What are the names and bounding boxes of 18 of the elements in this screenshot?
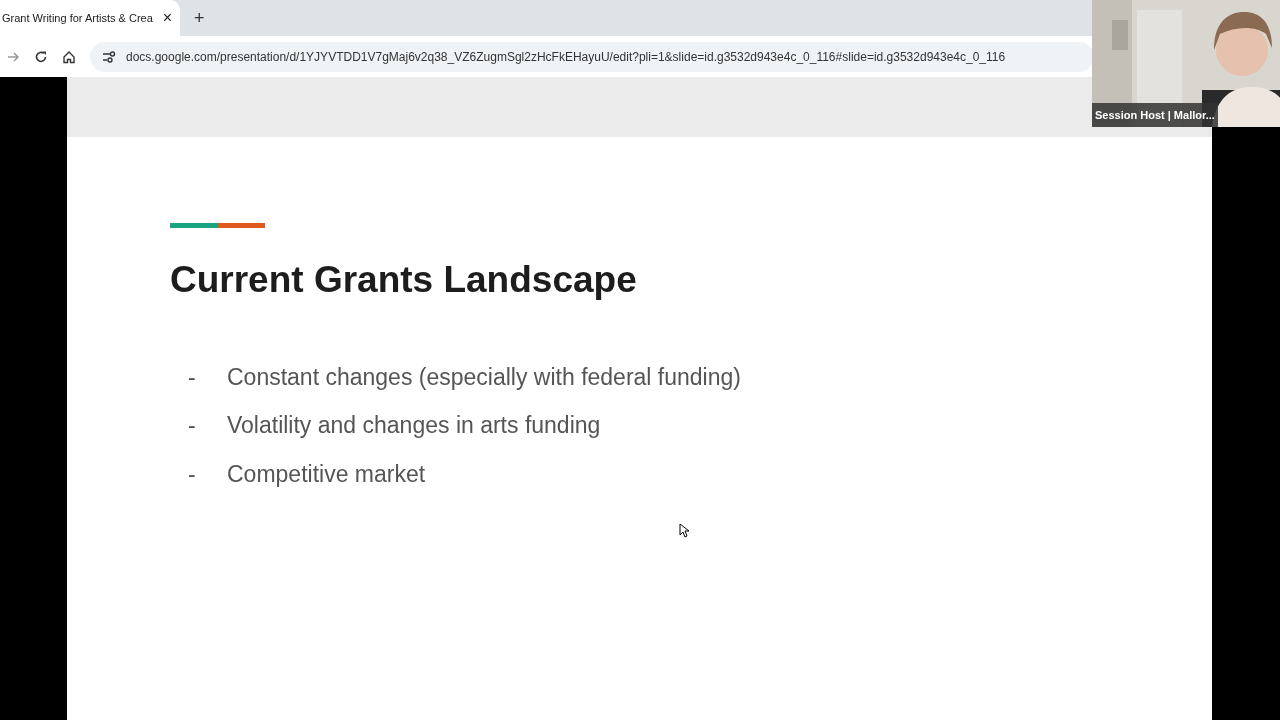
participant-name: Session Host | Mallor... [1092,102,1218,127]
bullet-text: Constant changes (especially with federal funding) [227,362,741,392]
bullet-marker: - [187,362,197,392]
bullet-marker: - [187,411,197,440]
address-bar[interactable]: docs.google.com/presentation/d/1YJYVTDD1V7gMaj6v2q38_VZ6ZugmSgl2zHcFkEHayuU/edit?pli=1&slide=id.g3532d943e4c_0_116#slide=id.g3532d943e4c_0_116 [90,41,1094,72]
reload-icon[interactable] [34,49,48,64]
home-icon[interactable] [62,49,76,64]
bullet-text: Volatility and changes in arts funding [227,411,601,440]
close-tab-button[interactable]: × [162,10,172,26]
new-tab-button[interactable]: + [188,4,211,32]
forward-arrow-icon[interactable] [6,49,20,64]
site-settings-icon[interactable] [102,50,116,63]
slide-title: Current Grants Landscape [170,258,638,302]
bullet-marker: - [187,459,197,489]
mouse-cursor-icon [679,523,689,538]
url-text: docs.google.com/presentation/d/1YJYVTDD1V7gMaj6v2q38_VZ6ZugmSgl2zHcFkEHayuU/edit?pli=1&slide=id.g3532d943e4c_0_116#slide=id.g3532d943e4c_0_116 [126,48,1006,66]
bullet-text: Competitive market [227,459,426,489]
browser-tab[interactable]: Grant Writing for Artists & Crea × [0,0,180,36]
